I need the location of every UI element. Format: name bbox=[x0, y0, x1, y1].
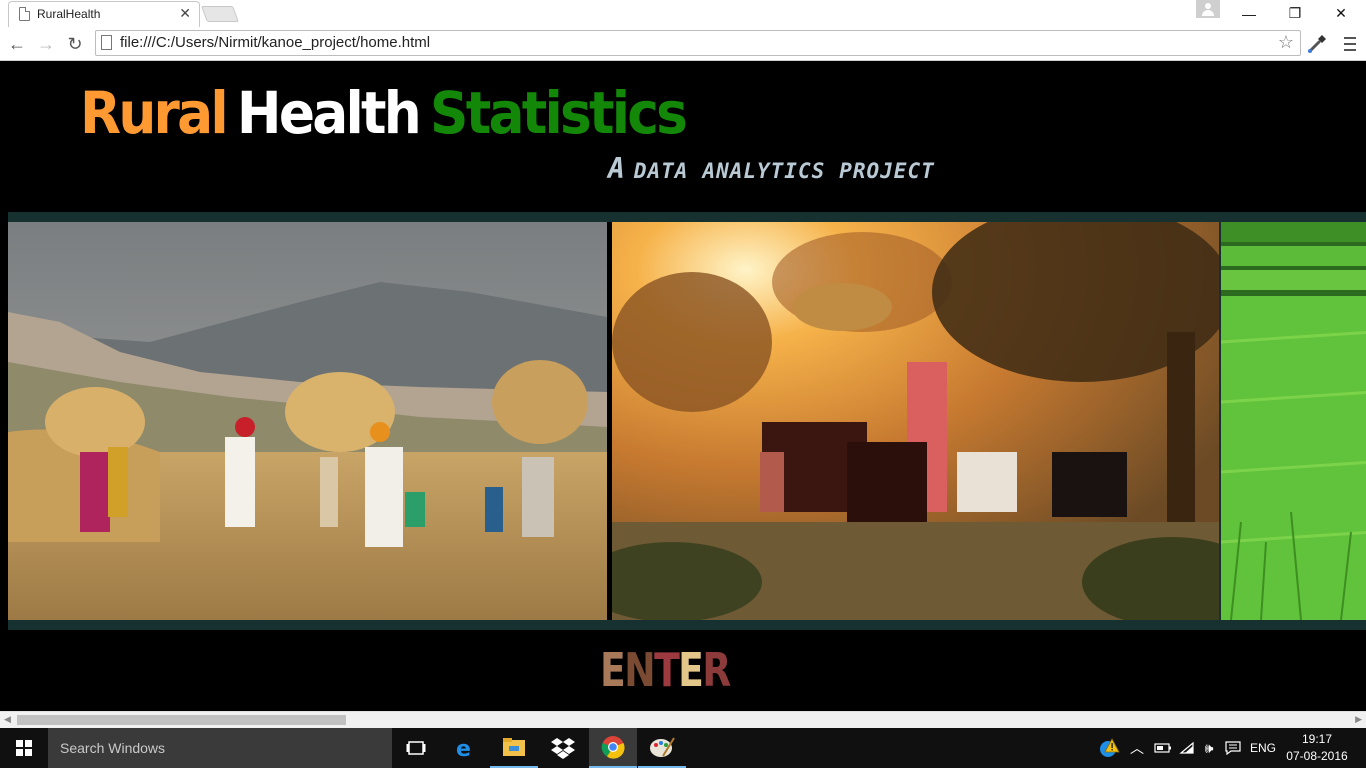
enter-letter-r: R bbox=[702, 643, 731, 697]
enter-letter-n: N bbox=[624, 643, 656, 697]
eyedropper-extension-icon[interactable] bbox=[1306, 33, 1328, 55]
browser-title-bar: RuralHealth ✕ — ❐ ✕ bbox=[0, 0, 1366, 27]
windows-taskbar: Search Windows e ︿ 🕪 ENG 19:17 07-08-201… bbox=[0, 728, 1366, 768]
green-rice-field-photo-icon bbox=[1221, 222, 1366, 620]
windows-logo-icon bbox=[16, 740, 32, 756]
clock-date: 07-08-2016 bbox=[1286, 749, 1348, 763]
file-explorer-icon[interactable] bbox=[490, 728, 538, 768]
url-text[interactable]: file:///C:/Users/Nirmit/kanoe_project/ho… bbox=[120, 34, 430, 51]
browser-tab[interactable]: RuralHealth ✕ bbox=[8, 1, 200, 27]
horizontal-scrollbar[interactable]: ◀ ▶ bbox=[0, 711, 1366, 728]
edge-icon[interactable]: e bbox=[441, 728, 489, 768]
taskbar-search-box[interactable]: Search Windows bbox=[48, 728, 392, 768]
reload-button[interactable]: ↻ bbox=[62, 31, 88, 57]
page-viewport: Rural Health Statistics A DATA ANALYTICS PROJ… bbox=[0, 62, 1366, 711]
minimize-button[interactable]: — bbox=[1226, 0, 1272, 27]
search-placeholder: Search Windows bbox=[60, 740, 166, 756]
chrome-icon[interactable] bbox=[589, 728, 637, 768]
subtitle-word-data: DATA bbox=[633, 159, 689, 183]
wifi-icon[interactable] bbox=[1176, 728, 1198, 768]
tab-close-icon[interactable]: ✕ bbox=[179, 5, 191, 22]
farmers-carrying-hay-photo-icon bbox=[0, 222, 615, 620]
slide-cattle-photo bbox=[612, 222, 1219, 620]
battery-icon[interactable] bbox=[1152, 728, 1174, 768]
user-profile-icon[interactable] bbox=[1196, 0, 1220, 18]
dropbox-icon[interactable] bbox=[539, 728, 587, 768]
scrollbar-thumb[interactable] bbox=[17, 715, 346, 725]
title-word-statistics: Statistics bbox=[430, 79, 688, 147]
language-indicator[interactable]: ENG bbox=[1246, 728, 1280, 768]
volume-icon[interactable]: 🕪 bbox=[1198, 728, 1220, 768]
title-word-health: Health bbox=[236, 79, 422, 147]
show-hidden-icons-chevron-icon[interactable]: ︿ bbox=[1126, 728, 1148, 768]
subtitle-word-project: PROJECT bbox=[839, 159, 935, 183]
forward-button[interactable]: → bbox=[33, 31, 59, 57]
file-page-icon bbox=[101, 35, 112, 50]
browser-toolbar: ← → ↻ file:///C:/Users/Nirmit/kanoe_proj… bbox=[0, 27, 1366, 61]
chrome-menu-button[interactable] bbox=[1340, 33, 1360, 55]
slide-farmers-photo bbox=[0, 222, 615, 620]
scroll-right-arrow-icon[interactable]: ▶ bbox=[1355, 714, 1362, 725]
subtitle-article: A bbox=[608, 152, 626, 185]
bookmark-star-icon[interactable]: ☆ bbox=[1278, 32, 1294, 53]
svg-text:e: e bbox=[456, 737, 471, 759]
enter-letter-e1: E bbox=[600, 643, 626, 697]
action-center-icon[interactable] bbox=[1222, 728, 1244, 768]
enter-letter-t: T bbox=[654, 643, 680, 697]
slide-rice-field-photo bbox=[1221, 222, 1366, 620]
image-slider[interactable] bbox=[0, 212, 1366, 630]
scroll-left-arrow-icon[interactable]: ◀ bbox=[4, 714, 11, 725]
back-button[interactable]: ← bbox=[4, 31, 30, 57]
site-title: Rural Health Statistics bbox=[80, 79, 688, 147]
woman-with-cattle-sunset-photo-icon bbox=[612, 222, 1219, 620]
task-view-icon[interactable] bbox=[392, 728, 440, 768]
clock-time: 19:17 bbox=[1301, 732, 1333, 746]
new-tab-button[interactable] bbox=[201, 6, 239, 22]
enter-button[interactable]: ENTER bbox=[600, 643, 731, 697]
close-window-button[interactable]: ✕ bbox=[1318, 0, 1364, 27]
paint-icon[interactable] bbox=[638, 728, 686, 768]
start-button[interactable] bbox=[0, 728, 48, 768]
title-word-rural: Rural bbox=[80, 79, 229, 147]
site-subtitle: A DATA ANALYTICS PROJECT bbox=[608, 152, 949, 185]
address-bar[interactable]: file:///C:/Users/Nirmit/kanoe_project/ho… bbox=[95, 30, 1301, 56]
taskbar-clock[interactable]: 19:17 07-08-2016 bbox=[1284, 731, 1350, 765]
security-warning-icon[interactable] bbox=[1096, 728, 1122, 768]
page-favicon-icon bbox=[19, 7, 30, 21]
subtitle-word-analytics: ANALYTICS bbox=[702, 159, 826, 183]
tab-title: RuralHealth bbox=[37, 7, 101, 21]
restore-button[interactable]: ❐ bbox=[1272, 0, 1318, 27]
enter-letter-e2: E bbox=[678, 643, 704, 697]
slider-strip bbox=[0, 222, 1366, 620]
